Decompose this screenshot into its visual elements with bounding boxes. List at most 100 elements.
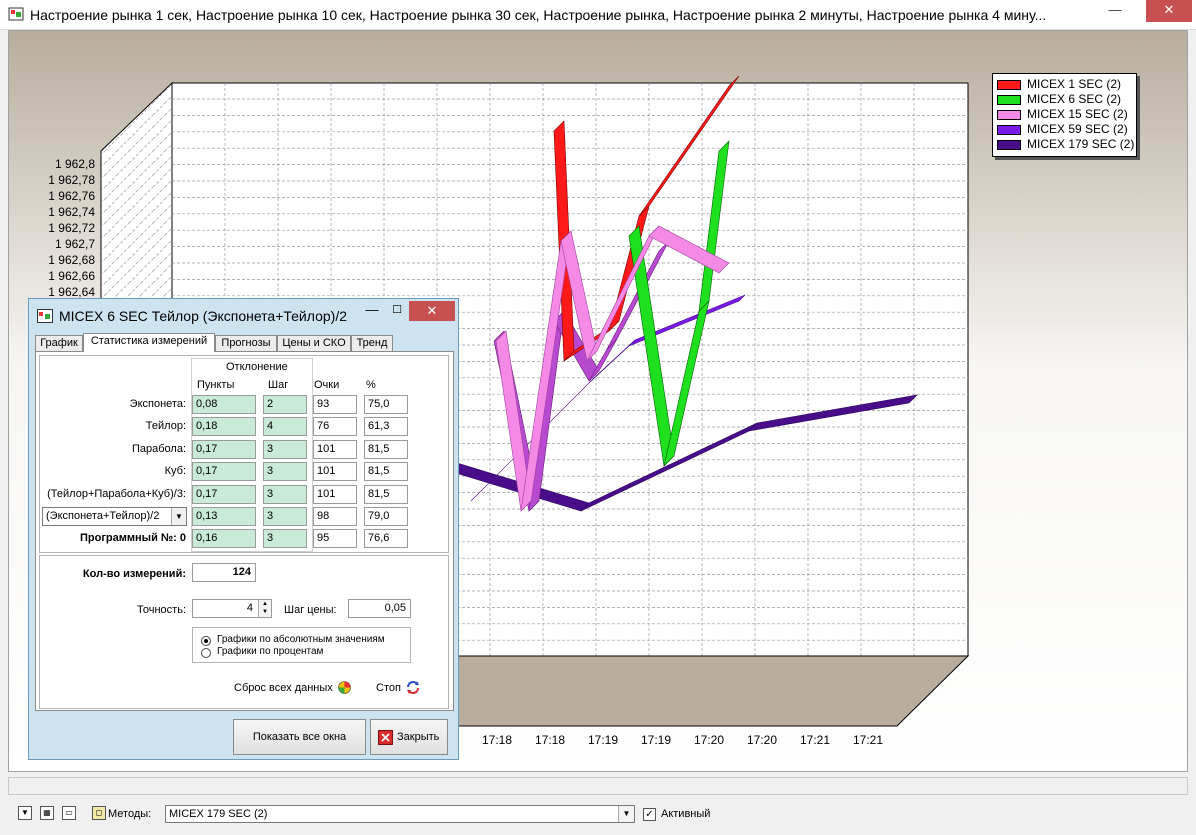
y-tick-label: 1 962,72 (48, 221, 95, 235)
y-tick-label: 1 962,74 (48, 205, 95, 219)
price-step-label: Шаг цены: (284, 604, 337, 616)
x-tick-label: 17:18 (535, 733, 565, 747)
cell-score[interactable]: 101 (313, 462, 357, 482)
cell-score[interactable]: 101 (313, 439, 357, 459)
radio-absolute-label: Графики по абсолютным значениям (217, 634, 385, 645)
cell-score[interactable]: 101 (313, 484, 357, 504)
close-icon (378, 730, 393, 745)
tab-forecasts[interactable]: Прогнозы (215, 335, 277, 351)
cell-step[interactable]: 3 (263, 507, 307, 526)
legend-label: MICEX 59 SEC (2) (1027, 122, 1128, 136)
cell-pct[interactable]: 81,5 (364, 462, 408, 482)
x-tick-label: 17:19 (641, 733, 671, 747)
stop-label[interactable]: Стоп (376, 682, 401, 694)
cell-step[interactable]: 3 (263, 529, 307, 549)
cell-pct[interactable]: 61,3 (364, 417, 408, 437)
cell-score[interactable]: 76 (313, 417, 357, 437)
cell-pct[interactable]: 75,0 (364, 395, 408, 414)
dialog-maximize-button[interactable]: ☐ (387, 301, 407, 321)
y-tick-label: 1 962,8 (55, 157, 95, 171)
cell-points[interactable]: 0,18 (192, 417, 256, 437)
x-tick-label: 17:20 (694, 733, 724, 747)
reset-label[interactable]: Сброс всех данных (234, 682, 333, 694)
statistics-panel: Отклонение Пункты Шаг Очки % Экспонета: 0… (35, 351, 454, 711)
count-value: 124 (192, 563, 256, 582)
methods-select[interactable]: MICEX 179 SEC (2) ▼ (165, 805, 635, 823)
grid-view-button[interactable]: ▦ (40, 806, 54, 820)
statistics-dialog: MICEX 6 SEC Тейлор (Экспонета+Тейлор)/2 … (28, 298, 459, 760)
cell-points[interactable]: 0,17 (192, 439, 256, 459)
window-title: Настроение рынка 1 сек, Настроение рынка… (30, 7, 1047, 23)
y-axis-ticks: 1 962,8 1 962,78 1 962,76 1 962,74 1 962,72 1… (48, 157, 95, 299)
deviation-header: Отклонение (226, 361, 288, 373)
y-tick-label: 1 962,66 (48, 269, 95, 283)
chevron-down-icon[interactable]: ▼ (171, 508, 186, 525)
cell-points[interactable]: 0,17 (192, 462, 256, 482)
dialog-app-icon (37, 309, 53, 323)
cell-pct[interactable]: 79,0 (364, 507, 408, 526)
cell-score[interactable]: 93 (313, 395, 357, 414)
cell-step[interactable]: 3 (263, 484, 307, 504)
cell-pct[interactable]: 81,5 (364, 439, 408, 459)
cell-step[interactable]: 4 (263, 417, 307, 437)
radio-absolute[interactable] (201, 636, 211, 646)
show-all-windows-button[interactable]: Показать все окна (233, 719, 366, 755)
y-tick-label: 1 962,64 (48, 285, 95, 299)
precision-label: Точность: (137, 604, 186, 616)
cell-points[interactable]: 0,16 (192, 529, 256, 549)
col-points-header: Пункты (197, 379, 235, 391)
radio-percent[interactable] (201, 648, 211, 658)
legend-swatch (997, 109, 1021, 120)
y-tick-label: 1 962,76 (48, 189, 95, 203)
legend-label: MICEX 1 SEC (2) (1027, 77, 1122, 91)
close-dialog-label: Закрыть (397, 731, 440, 743)
cell-pct[interactable]: 81,5 (364, 484, 408, 504)
app-icon (8, 7, 24, 21)
method-dropdown[interactable]: (Экспонета+Тейлор)/2 ▼ (42, 507, 187, 526)
chevron-down-icon[interactable]: ▼ (618, 806, 634, 822)
tab-trend[interactable]: Тренд (351, 335, 393, 351)
list-view-button[interactable]: ▭ (62, 806, 76, 820)
window-titlebar: Настроение рынка 1 сек, Настроение рынка… (0, 0, 1196, 30)
active-checkbox[interactable]: ✓ (643, 808, 656, 821)
methods-icon[interactable]: ◻ (92, 806, 106, 820)
chart-legend: MICEX 1 SEC (2) MICEX 6 SEC (2) MICEX 15 S… (992, 73, 1137, 157)
minimize-button[interactable]: — (1100, 0, 1130, 22)
x-tick-label: 17:19 (588, 733, 618, 747)
dialog-close-button[interactable]: ✕ (409, 301, 455, 321)
legend-item: MICEX 1 SEC (2) (997, 77, 1132, 92)
dialog-title: MICEX 6 SEC Тейлор (Экспонета+Тейлор)/2 (59, 308, 347, 324)
legend-swatch (997, 139, 1021, 150)
x-tick-label: 17:21 (800, 733, 830, 747)
cell-step[interactable]: 3 (263, 462, 307, 482)
reset-icon[interactable] (338, 681, 351, 694)
tab-prices[interactable]: Цены и СКО (277, 335, 351, 351)
tab-chart[interactable]: График (35, 335, 83, 351)
methods-select-value: MICEX 179 SEC (2) (169, 808, 268, 820)
refresh-icon[interactable] (406, 681, 420, 694)
cell-points[interactable]: 0,08 (192, 395, 256, 414)
row-label: Тейлор: (145, 420, 186, 433)
count-label: Кол-во измерений: (82, 568, 186, 580)
close-button[interactable]: ✕ (1146, 0, 1192, 22)
legend-label: MICEX 15 SEC (2) (1027, 107, 1128, 121)
cell-points[interactable]: 0,13 (192, 507, 256, 526)
cell-pct[interactable]: 76,6 (364, 529, 408, 549)
cell-step[interactable]: 3 (263, 439, 307, 459)
dropdown-toggle-button[interactable]: ▼ (18, 806, 32, 820)
price-step-input[interactable]: 0,05 (348, 599, 411, 618)
y-tick-label: 1 962,78 (48, 173, 95, 187)
x-tick-label: 17:18 (482, 733, 512, 747)
close-dialog-button[interactable]: Закрыть (370, 719, 448, 755)
precision-stepper[interactable]: ▲ ▼ (258, 600, 271, 617)
col-score-header: Очки (314, 379, 340, 391)
dialog-minimize-button[interactable]: — (359, 301, 385, 321)
cell-score[interactable]: 98 (313, 507, 357, 526)
row-label: Парабола: (131, 442, 186, 455)
horizontal-scrollbar[interactable] (8, 777, 1188, 795)
legend-label: MICEX 179 SEC (2) (1027, 137, 1135, 151)
tab-statistics[interactable]: Статистика измерений (83, 333, 215, 352)
cell-step[interactable]: 2 (263, 395, 307, 414)
cell-score[interactable]: 95 (313, 529, 357, 549)
cell-points[interactable]: 0,17 (192, 484, 256, 504)
